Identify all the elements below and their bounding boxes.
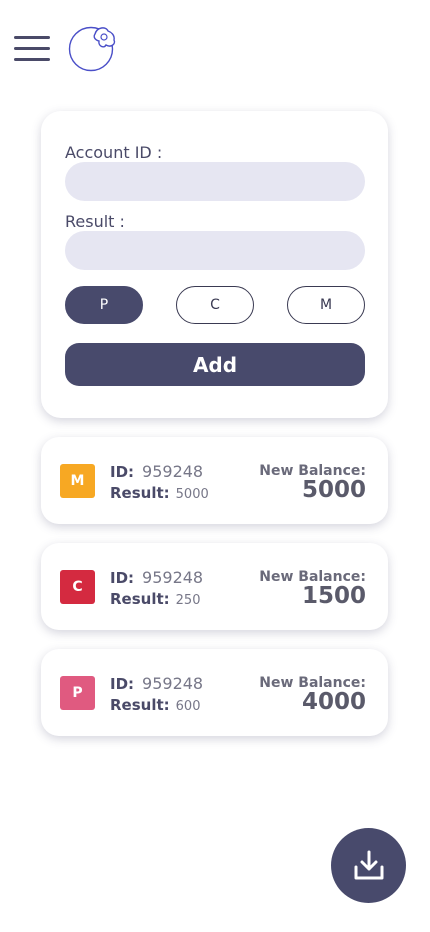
new-balance-value: 1500 xyxy=(301,583,366,609)
account-id-label: Account ID : xyxy=(65,143,163,162)
id-label: ID: xyxy=(110,463,135,481)
type-badge: C xyxy=(60,570,95,604)
logo-icon xyxy=(68,26,116,72)
result-label: Result: xyxy=(110,484,170,502)
result-label: Result: xyxy=(110,590,170,608)
type-p-button[interactable]: P xyxy=(65,286,143,324)
new-balance-value: 5000 xyxy=(301,477,366,503)
new-balance-value: 4000 xyxy=(301,689,366,715)
type-m-button[interactable]: M xyxy=(287,286,365,324)
id-label: ID: xyxy=(110,675,135,693)
id-row: ID: 959248 xyxy=(110,568,203,587)
download-button[interactable] xyxy=(331,828,406,903)
id-value: 959248 xyxy=(142,462,204,481)
id-row: ID: 959248 xyxy=(110,674,203,693)
result-input[interactable] xyxy=(65,231,365,270)
result-value: 600 xyxy=(175,699,201,714)
transaction-card: P ID: 959248 Result: 600 New Balance: 4000 xyxy=(41,649,388,736)
hamburger-menu-icon[interactable] xyxy=(14,36,50,62)
add-button[interactable]: Add xyxy=(65,343,365,386)
download-icon xyxy=(354,850,383,879)
result-label: Result: xyxy=(110,696,170,714)
id-row: ID: 959248 xyxy=(110,462,203,481)
result-row: Result: 250 xyxy=(110,589,200,608)
menu-line xyxy=(14,47,50,50)
result-value: 250 xyxy=(175,593,201,608)
account-id-input[interactable] xyxy=(65,162,365,201)
result-value: 5000 xyxy=(175,487,209,502)
id-value: 959248 xyxy=(142,568,204,587)
menu-line xyxy=(14,36,50,39)
menu-line xyxy=(14,58,50,61)
id-value: 959248 xyxy=(142,674,204,693)
result-label: Result : xyxy=(65,212,125,231)
type-badge: P xyxy=(60,676,95,710)
id-label: ID: xyxy=(110,569,135,587)
entry-form-card: Account ID : Result : P C M Add xyxy=(41,111,388,418)
result-row: Result: 5000 xyxy=(110,483,209,502)
result-row: Result: 600 xyxy=(110,695,200,714)
type-badge: M xyxy=(60,464,95,498)
transaction-card: C ID: 959248 Result: 250 New Balance: 1500 xyxy=(41,543,388,630)
transaction-card: M ID: 959248 Result: 5000 New Balance: 500… xyxy=(41,437,388,524)
type-c-button[interactable]: C xyxy=(176,286,254,324)
